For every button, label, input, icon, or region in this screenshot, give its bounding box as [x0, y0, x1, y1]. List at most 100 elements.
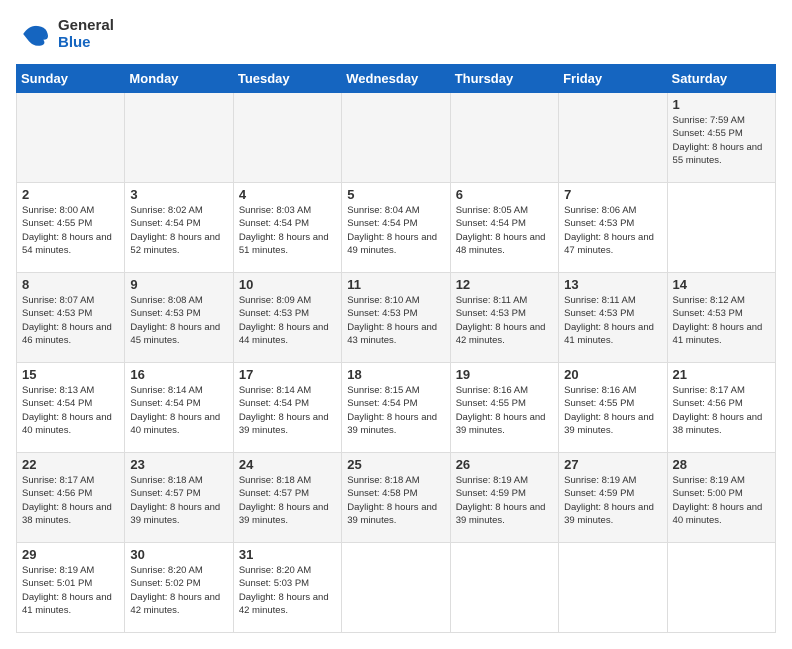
calendar-cell: 6 Sunrise: 8:05 AMSunset: 4:54 PMDaylight…: [450, 183, 558, 273]
day-number: 23: [130, 457, 227, 472]
day-info: Sunrise: 8:11 AMSunset: 4:53 PMDaylight:…: [456, 294, 553, 347]
day-info: Sunrise: 8:19 AMSunset: 4:59 PMDaylight:…: [456, 474, 553, 527]
day-number: 29: [22, 547, 119, 562]
calendar-cell: 13 Sunrise: 8:11 AMSunset: 4:53 PMDayligh…: [559, 273, 667, 363]
day-number: 28: [673, 457, 770, 472]
day-number: 19: [456, 367, 553, 382]
day-info: Sunrise: 8:13 AMSunset: 4:54 PMDaylight:…: [22, 384, 119, 437]
calendar-cell: [342, 93, 450, 183]
calendar-cell: [450, 93, 558, 183]
calendar-cell: 22 Sunrise: 8:17 AMSunset: 4:56 PMDayligh…: [17, 453, 125, 543]
calendar-cell: [559, 543, 667, 633]
day-number: 6: [456, 187, 553, 202]
day-info: Sunrise: 8:00 AMSunset: 4:55 PMDaylight:…: [22, 204, 119, 257]
day-number: 3: [130, 187, 227, 202]
calendar-week-row: 22 Sunrise: 8:17 AMSunset: 4:56 PMDayligh…: [17, 453, 776, 543]
day-info: Sunrise: 8:17 AMSunset: 4:56 PMDaylight:…: [22, 474, 119, 527]
day-number: 11: [347, 277, 444, 292]
calendar-cell: 2 Sunrise: 8:00 AMSunset: 4:55 PMDaylight…: [17, 183, 125, 273]
column-header-wednesday: Wednesday: [342, 65, 450, 93]
calendar-cell: 15 Sunrise: 8:13 AMSunset: 4:54 PMDayligh…: [17, 363, 125, 453]
day-info: Sunrise: 8:03 AMSunset: 4:54 PMDaylight:…: [239, 204, 336, 257]
day-number: 8: [22, 277, 119, 292]
day-number: 10: [239, 277, 336, 292]
day-info: Sunrise: 8:11 AMSunset: 4:53 PMDaylight:…: [564, 294, 661, 347]
column-header-tuesday: Tuesday: [233, 65, 341, 93]
calendar-cell: 9Sunrise: 8:08 AMSunset: 4:53 PMDaylight…: [125, 273, 233, 363]
calendar-cell: 20 Sunrise: 8:16 AMSunset: 4:55 PMDayligh…: [559, 363, 667, 453]
calendar-cell: [342, 543, 450, 633]
calendar-cell: 4Sunrise: 8:03 AMSunset: 4:54 PMDaylight…: [233, 183, 341, 273]
calendar-cell: 21Sunrise: 8:17 AMSunset: 4:56 PMDayligh…: [667, 363, 775, 453]
calendar-cell: 30 Sunrise: 8:20 AMSunset: 5:02 PMDayligh…: [125, 543, 233, 633]
calendar-week-row: 29 Sunrise: 8:19 AMSunset: 5:01 PMDayligh…: [17, 543, 776, 633]
calendar-cell: [125, 93, 233, 183]
day-info: Sunrise: 8:10 AMSunset: 4:53 PMDaylight:…: [347, 294, 444, 347]
day-info: Sunrise: 8:20 AMSunset: 5:03 PMDaylight:…: [239, 564, 336, 617]
logo-text: General Blue: [58, 17, 114, 52]
day-number: 16: [130, 367, 227, 382]
calendar-week-row: 8 Sunrise: 8:07 AMSunset: 4:53 PMDaylight…: [17, 273, 776, 363]
day-number: 12: [456, 277, 553, 292]
day-number: 20: [564, 367, 661, 382]
day-number: 2: [22, 187, 119, 202]
day-info: Sunrise: 8:17 AMSunset: 4:56 PMDaylight:…: [673, 384, 770, 437]
day-info: Sunrise: 7:59 AMSunset: 4:55 PMDaylight:…: [673, 114, 770, 167]
day-number: 27: [564, 457, 661, 472]
day-info: Sunrise: 8:05 AMSunset: 4:54 PMDaylight:…: [456, 204, 553, 257]
calendar-cell: 17Sunrise: 8:14 AMSunset: 4:54 PMDayligh…: [233, 363, 341, 453]
calendar-cell: 14Sunrise: 8:12 AMSunset: 4:53 PMDayligh…: [667, 273, 775, 363]
day-number: 26: [456, 457, 553, 472]
calendar-cell: 24Sunrise: 8:18 AMSunset: 4:57 PMDayligh…: [233, 453, 341, 543]
calendar-cell: [667, 183, 775, 273]
day-number: 30: [130, 547, 227, 562]
calendar-cell: 11 Sunrise: 8:10 AMSunset: 4:53 PMDayligh…: [342, 273, 450, 363]
day-number: 13: [564, 277, 661, 292]
calendar-cell: 26 Sunrise: 8:19 AMSunset: 4:59 PMDayligh…: [450, 453, 558, 543]
day-info: Sunrise: 8:20 AMSunset: 5:02 PMDaylight:…: [130, 564, 227, 617]
day-number: 5: [347, 187, 444, 202]
calendar-cell: 27 Sunrise: 8:19 AMSunset: 4:59 PMDayligh…: [559, 453, 667, 543]
calendar-cell: 5Sunrise: 8:04 AMSunset: 4:54 PMDaylight…: [342, 183, 450, 273]
calendar-cell: [667, 543, 775, 633]
day-info: Sunrise: 8:02 AMSunset: 4:54 PMDaylight:…: [130, 204, 227, 257]
day-number: 9: [130, 277, 227, 292]
day-info: Sunrise: 8:14 AMSunset: 4:54 PMDaylight:…: [130, 384, 227, 437]
day-number: 14: [673, 277, 770, 292]
calendar-cell: 25Sunrise: 8:18 AMSunset: 4:58 PMDayligh…: [342, 453, 450, 543]
logo: General Blue: [16, 16, 114, 52]
column-header-monday: Monday: [125, 65, 233, 93]
column-header-sunday: Sunday: [17, 65, 125, 93]
calendar-cell: 12 Sunrise: 8:11 AMSunset: 4:53 PMDayligh…: [450, 273, 558, 363]
calendar-header-row: SundayMondayTuesdayWednesdayThursdayFrid…: [17, 65, 776, 93]
calendar-cell: 7Sunrise: 8:06 AMSunset: 4:53 PMDaylight…: [559, 183, 667, 273]
calendar-cell: [233, 93, 341, 183]
calendar-cell: [559, 93, 667, 183]
day-info: Sunrise: 8:18 AMSunset: 4:58 PMDaylight:…: [347, 474, 444, 527]
day-info: Sunrise: 8:16 AMSunset: 4:55 PMDaylight:…: [564, 384, 661, 437]
logo-blue: Blue: [58, 34, 114, 51]
day-info: Sunrise: 8:18 AMSunset: 4:57 PMDaylight:…: [130, 474, 227, 527]
calendar-week-row: 15 Sunrise: 8:13 AMSunset: 4:54 PMDayligh…: [17, 363, 776, 453]
day-info: Sunrise: 8:19 AMSunset: 5:00 PMDaylight:…: [673, 474, 770, 527]
calendar-cell: 18Sunrise: 8:15 AMSunset: 4:54 PMDayligh…: [342, 363, 450, 453]
column-header-friday: Friday: [559, 65, 667, 93]
day-info: Sunrise: 8:07 AMSunset: 4:53 PMDaylight:…: [22, 294, 119, 347]
day-info: Sunrise: 8:19 AMSunset: 5:01 PMDaylight:…: [22, 564, 119, 617]
calendar-cell: 29 Sunrise: 8:19 AMSunset: 5:01 PMDayligh…: [17, 543, 125, 633]
day-number: 22: [22, 457, 119, 472]
calendar-cell: [17, 93, 125, 183]
day-info: Sunrise: 8:19 AMSunset: 4:59 PMDaylight:…: [564, 474, 661, 527]
calendar-cell: 10Sunrise: 8:09 AMSunset: 4:53 PMDayligh…: [233, 273, 341, 363]
calendar-week-row: 1 Sunrise: 7:59 AMSunset: 4:55 PMDaylight…: [17, 93, 776, 183]
calendar-cell: 3 Sunrise: 8:02 AMSunset: 4:54 PMDaylight…: [125, 183, 233, 273]
day-number: 7: [564, 187, 661, 202]
day-number: 15: [22, 367, 119, 382]
day-info: Sunrise: 8:14 AMSunset: 4:54 PMDaylight:…: [239, 384, 336, 437]
day-info: Sunrise: 8:16 AMSunset: 4:55 PMDaylight:…: [456, 384, 553, 437]
calendar-week-row: 2 Sunrise: 8:00 AMSunset: 4:55 PMDaylight…: [17, 183, 776, 273]
calendar-cell: 19 Sunrise: 8:16 AMSunset: 4:55 PMDayligh…: [450, 363, 558, 453]
day-number: 1: [673, 97, 770, 112]
calendar-cell: 31Sunrise: 8:20 AMSunset: 5:03 PMDayligh…: [233, 543, 341, 633]
day-number: 24: [239, 457, 336, 472]
